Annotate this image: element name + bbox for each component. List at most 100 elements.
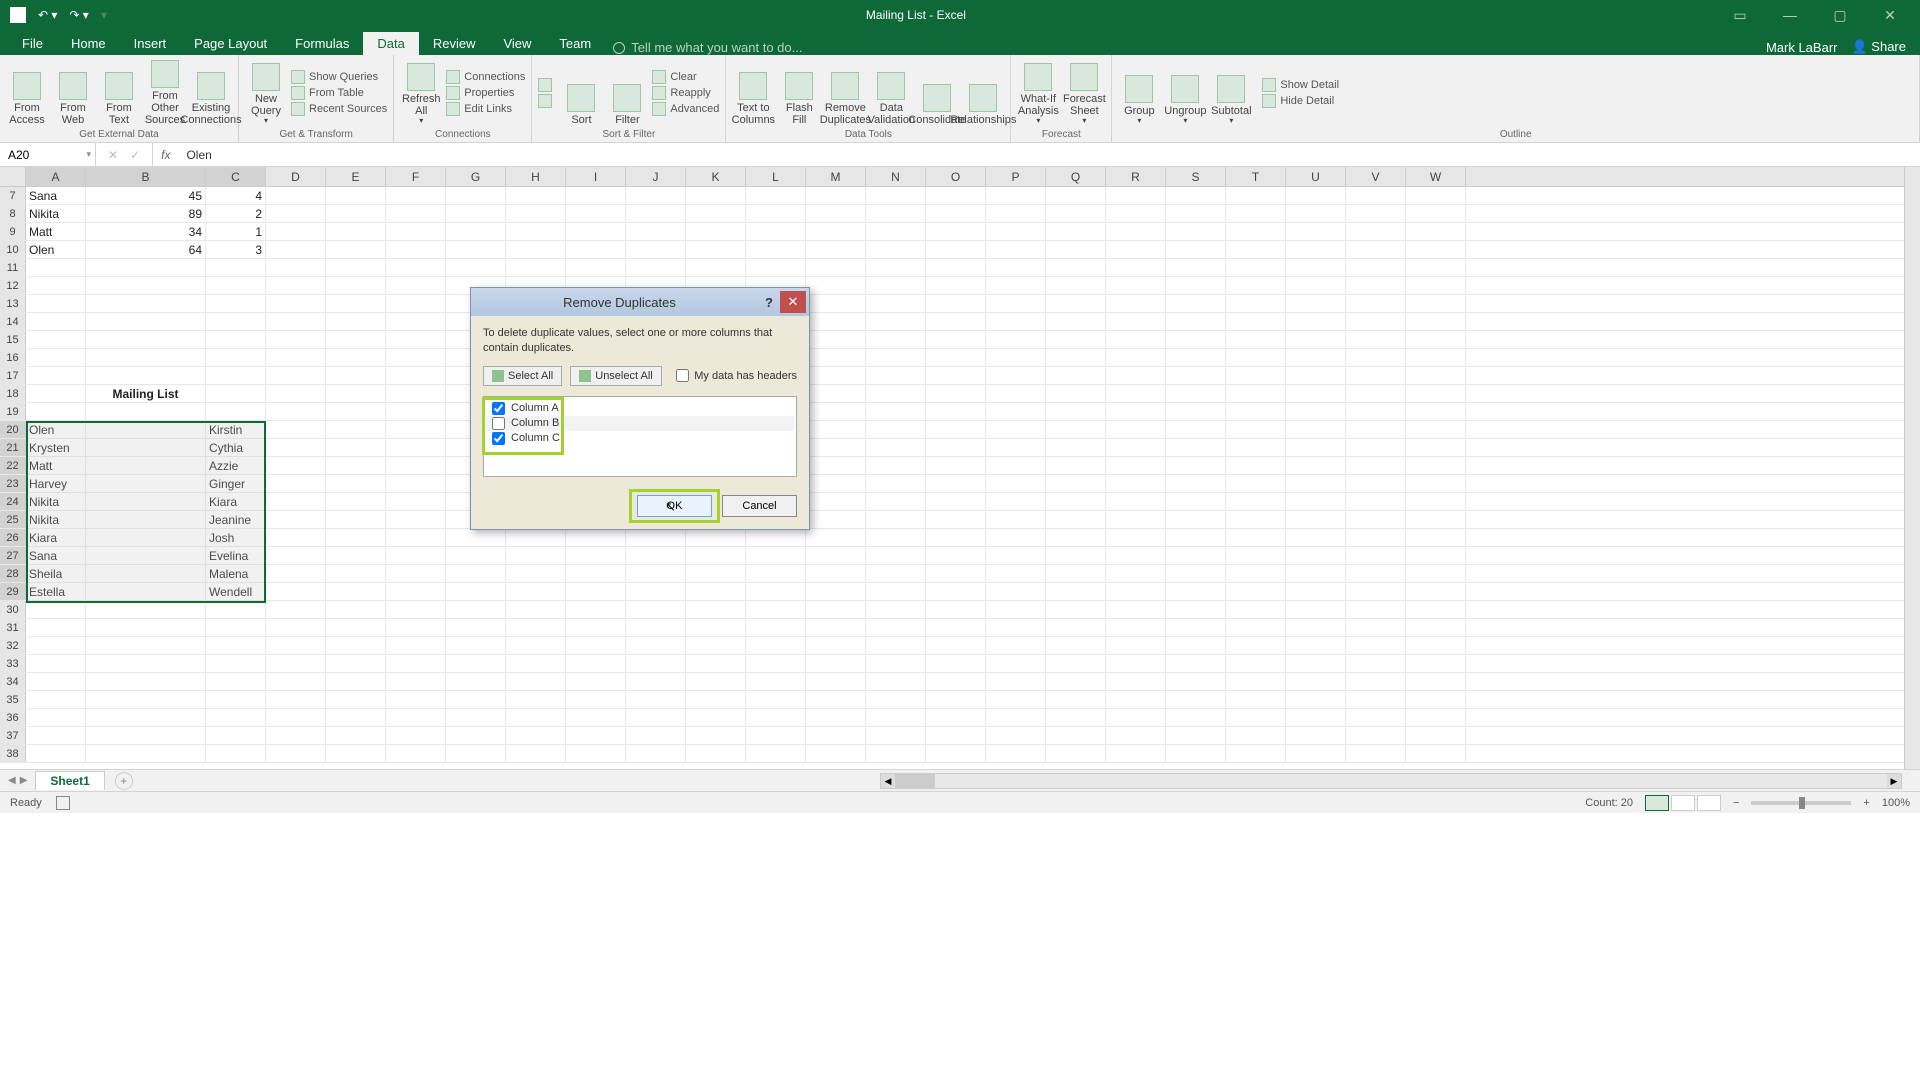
- cell[interactable]: [26, 745, 86, 762]
- cell[interactable]: [86, 619, 206, 636]
- tab-page-layout[interactable]: Page Layout: [180, 32, 281, 55]
- cell[interactable]: [1106, 475, 1166, 492]
- cell[interactable]: [986, 619, 1046, 636]
- cell[interactable]: [1046, 493, 1106, 510]
- properties-button[interactable]: Properties: [446, 86, 525, 100]
- row-header[interactable]: 33: [0, 655, 26, 672]
- cell[interactable]: [386, 295, 446, 312]
- cell[interactable]: [326, 313, 386, 330]
- row-header[interactable]: 38: [0, 745, 26, 762]
- maximize-icon[interactable]: ▢: [1825, 5, 1855, 25]
- cell[interactable]: [1166, 205, 1226, 222]
- cell[interactable]: [926, 745, 986, 762]
- cell[interactable]: [1346, 601, 1406, 618]
- cell[interactable]: [1166, 493, 1226, 510]
- cell[interactable]: [926, 727, 986, 744]
- cell[interactable]: [626, 187, 686, 204]
- col-header-m[interactable]: M: [806, 167, 866, 186]
- cell[interactable]: [746, 691, 806, 708]
- tab-formulas[interactable]: Formulas: [281, 32, 363, 55]
- cell[interactable]: [926, 187, 986, 204]
- cell[interactable]: [746, 187, 806, 204]
- cell[interactable]: [1226, 403, 1286, 420]
- cell[interactable]: [806, 295, 866, 312]
- cell[interactable]: [326, 637, 386, 654]
- cell[interactable]: [986, 745, 1046, 762]
- cell[interactable]: [1346, 709, 1406, 726]
- cell[interactable]: [866, 637, 926, 654]
- cell[interactable]: [1166, 313, 1226, 330]
- cell[interactable]: [986, 223, 1046, 240]
- cell[interactable]: [806, 241, 866, 258]
- cell[interactable]: [866, 529, 926, 546]
- relationships-button[interactable]: Relationships: [962, 60, 1004, 126]
- cell[interactable]: [326, 295, 386, 312]
- cell[interactable]: [446, 637, 506, 654]
- cell[interactable]: [446, 241, 506, 258]
- cell[interactable]: [266, 385, 326, 402]
- cell[interactable]: Kiara: [26, 529, 86, 546]
- cell[interactable]: [806, 403, 866, 420]
- cell[interactable]: [806, 655, 866, 672]
- cell[interactable]: [746, 745, 806, 762]
- cell[interactable]: [626, 691, 686, 708]
- from-table-button[interactable]: From Table: [291, 86, 387, 100]
- cell[interactable]: [1046, 673, 1106, 690]
- cell[interactable]: [326, 619, 386, 636]
- cell[interactable]: [866, 511, 926, 528]
- cell[interactable]: [1046, 223, 1106, 240]
- cell[interactable]: [1226, 223, 1286, 240]
- cell[interactable]: [986, 673, 1046, 690]
- cell[interactable]: [506, 601, 566, 618]
- sheet-nav-prev-icon[interactable]: ◀: [8, 775, 16, 786]
- headers-checkbox[interactable]: My data has headers: [676, 369, 797, 382]
- sort-za-button[interactable]: [538, 94, 552, 108]
- cell[interactable]: [386, 205, 446, 222]
- from-access-button[interactable]: From Access: [6, 60, 48, 126]
- cell[interactable]: [1406, 745, 1466, 762]
- cell[interactable]: [1406, 385, 1466, 402]
- cell[interactable]: [206, 259, 266, 276]
- cell[interactable]: [1046, 511, 1106, 528]
- cell[interactable]: 3: [206, 241, 266, 258]
- cell[interactable]: Matt: [26, 457, 86, 474]
- col-header-u[interactable]: U: [1286, 167, 1346, 186]
- macro-record-icon[interactable]: [56, 796, 70, 810]
- cell[interactable]: [266, 349, 326, 366]
- subtotal-button[interactable]: Subtotal▾: [1210, 60, 1252, 126]
- cell[interactable]: [1106, 439, 1166, 456]
- cell[interactable]: [1106, 385, 1166, 402]
- cell[interactable]: [566, 547, 626, 564]
- cell[interactable]: [926, 403, 986, 420]
- cell[interactable]: [986, 511, 1046, 528]
- cell[interactable]: [1346, 673, 1406, 690]
- col-header-o[interactable]: O: [926, 167, 986, 186]
- cell[interactable]: [446, 745, 506, 762]
- cell[interactable]: [1226, 349, 1286, 366]
- cell[interactable]: [446, 601, 506, 618]
- cell[interactable]: [86, 367, 206, 384]
- col-header-e[interactable]: E: [326, 167, 386, 186]
- cell[interactable]: [506, 223, 566, 240]
- cell[interactable]: [446, 223, 506, 240]
- sheet-tab[interactable]: Sheet1: [35, 771, 104, 790]
- dialog-titlebar[interactable]: Remove Duplicates ? ✕: [471, 288, 809, 316]
- from-web-button[interactable]: From Web: [52, 60, 94, 126]
- cell[interactable]: [26, 655, 86, 672]
- cell[interactable]: [86, 493, 206, 510]
- row-header[interactable]: 21: [0, 439, 26, 456]
- share-button[interactable]: 👤 Share: [1851, 39, 1906, 55]
- cell[interactable]: [386, 583, 446, 600]
- cell[interactable]: [1046, 691, 1106, 708]
- cell[interactable]: [386, 655, 446, 672]
- cell[interactable]: [1226, 421, 1286, 438]
- cell[interactable]: [1106, 259, 1166, 276]
- cell[interactable]: [1226, 637, 1286, 654]
- cell[interactable]: [506, 637, 566, 654]
- cell[interactable]: [1106, 655, 1166, 672]
- dialog-help-icon[interactable]: ?: [758, 295, 780, 310]
- cell[interactable]: [986, 601, 1046, 618]
- cell[interactable]: [266, 295, 326, 312]
- cell[interactable]: [1226, 691, 1286, 708]
- cell[interactable]: [926, 475, 986, 492]
